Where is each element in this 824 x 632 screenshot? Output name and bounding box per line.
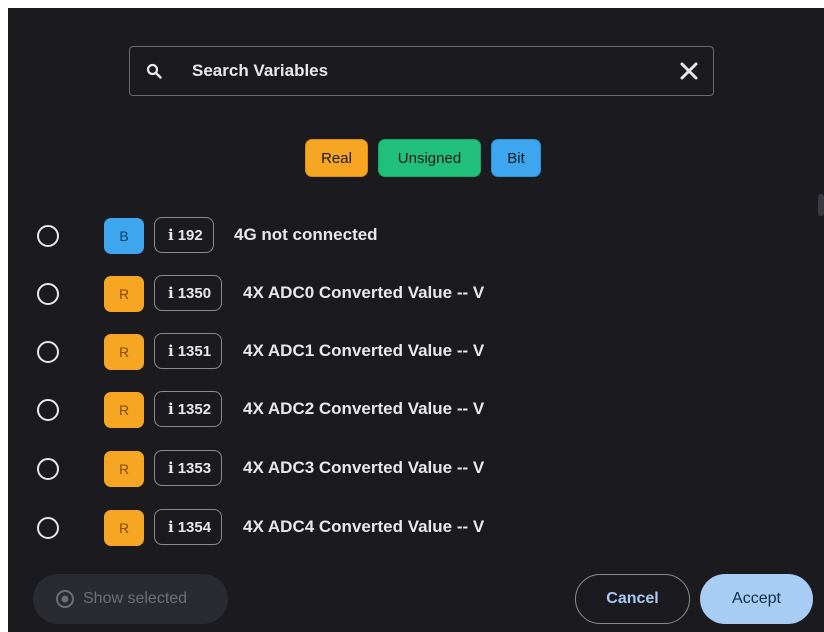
filter-chip-bit[interactable]: Bit (491, 139, 541, 177)
list-item[interactable]: R i 1352 4X ADC2 Converted Value -- V (8, 390, 808, 430)
variable-label: 4X ADC3 Converted Value -- V (243, 458, 485, 477)
list-item[interactable]: B i 192 4G not connected (8, 216, 808, 256)
select-radio[interactable] (37, 341, 59, 363)
id-badge: i 1351 (154, 333, 223, 369)
variable-id: 192 (177, 226, 203, 244)
eye-icon (56, 590, 74, 608)
type-filters: Real Unsigned Bit (8, 139, 824, 177)
id-badge: i 192 (154, 217, 214, 253)
type-badge: R (104, 334, 144, 370)
select-radio[interactable] (37, 283, 59, 305)
search-icon (146, 63, 162, 79)
type-badge: R (104, 510, 144, 546)
type-badge: B (104, 218, 144, 254)
cancel-button[interactable]: Cancel (575, 574, 690, 624)
show-selected-button[interactable]: Show selected (33, 574, 228, 624)
type-badge: R (104, 451, 144, 487)
id-badge: i 1352 (154, 391, 223, 427)
variable-label: 4X ADC0 Converted Value -- V (243, 283, 485, 302)
variable-id: 1350 (177, 284, 212, 302)
type-badge: R (104, 392, 144, 428)
select-radio[interactable] (37, 225, 59, 247)
scrollbar-thumb[interactable] (818, 194, 824, 216)
info-icon: i (168, 459, 174, 477)
info-icon: i (168, 518, 174, 536)
close-icon[interactable] (679, 61, 699, 81)
list-item[interactable]: R i 1353 4X ADC3 Converted Value -- V (8, 449, 808, 489)
show-selected-label: Show selected (83, 590, 188, 607)
info-icon: i (168, 284, 174, 302)
search-box[interactable] (129, 46, 714, 96)
info-icon: i (168, 226, 174, 244)
search-input[interactable] (192, 57, 652, 85)
variable-id: 1353 (177, 459, 212, 477)
id-badge: i 1354 (154, 509, 223, 545)
info-icon: i (168, 400, 174, 418)
variable-picker-dialog: Real Unsigned Bit B i 192 4G not connect… (8, 8, 824, 632)
select-radio[interactable] (37, 517, 59, 539)
id-badge: i 1353 (154, 450, 223, 486)
list-item[interactable]: R i 1351 4X ADC1 Converted Value -- V (8, 332, 808, 372)
variable-id: 1351 (177, 342, 212, 360)
variable-id: 1354 (177, 518, 212, 536)
list-item[interactable]: R i 1354 4X ADC4 Converted Value -- V (8, 508, 808, 548)
info-icon: i (168, 342, 174, 360)
id-badge: i 1350 (154, 275, 223, 311)
filter-chip-unsigned[interactable]: Unsigned (378, 139, 481, 177)
variable-label: 4G not connected (234, 225, 378, 244)
list-item[interactable]: R i 1350 4X ADC0 Converted Value -- V (8, 274, 808, 314)
variable-label: 4X ADC1 Converted Value -- V (243, 341, 485, 360)
type-badge: R (104, 276, 144, 312)
select-radio[interactable] (37, 458, 59, 480)
variable-label: 4X ADC4 Converted Value -- V (243, 517, 485, 536)
accept-button[interactable]: Accept (700, 574, 813, 624)
variable-label: 4X ADC2 Converted Value -- V (243, 399, 485, 418)
filter-chip-real[interactable]: Real (305, 139, 368, 177)
select-radio[interactable] (37, 399, 59, 421)
variable-id: 1352 (177, 400, 212, 418)
